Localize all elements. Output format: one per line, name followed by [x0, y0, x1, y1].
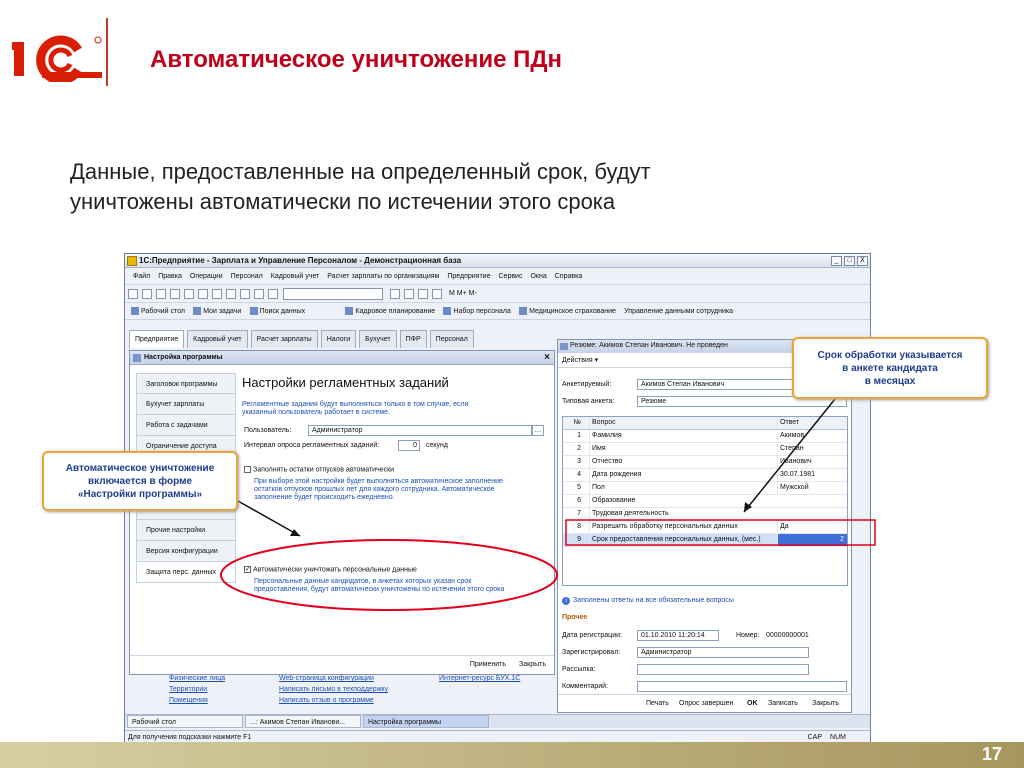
callout-left-line: Автоматическое уничтожение: [65, 463, 215, 474]
slide-footer: [0, 742, 1024, 768]
callout-term-months: Срок обработки указывается в анкете канд…: [792, 337, 988, 399]
page-number: 17: [981, 744, 1002, 764]
callout-left-line: «Настройки программы»: [77, 489, 203, 500]
callout-right-line: Срок обработки указывается: [817, 350, 963, 361]
arrow-right: [743, 398, 836, 513]
callout-settings-form: Автоматическое уничтожение включается в …: [42, 451, 238, 511]
callout-left-line: включается в форме: [87, 476, 193, 487]
arrow-left: [237, 500, 301, 537]
callout-right-line: в месяцах: [864, 376, 916, 387]
highlight-rect: [565, 519, 876, 546]
callout-right-line: в анкете кандидата: [842, 363, 938, 374]
arrow-left-head: [290, 529, 300, 536]
highlight-ellipse: [220, 539, 558, 611]
